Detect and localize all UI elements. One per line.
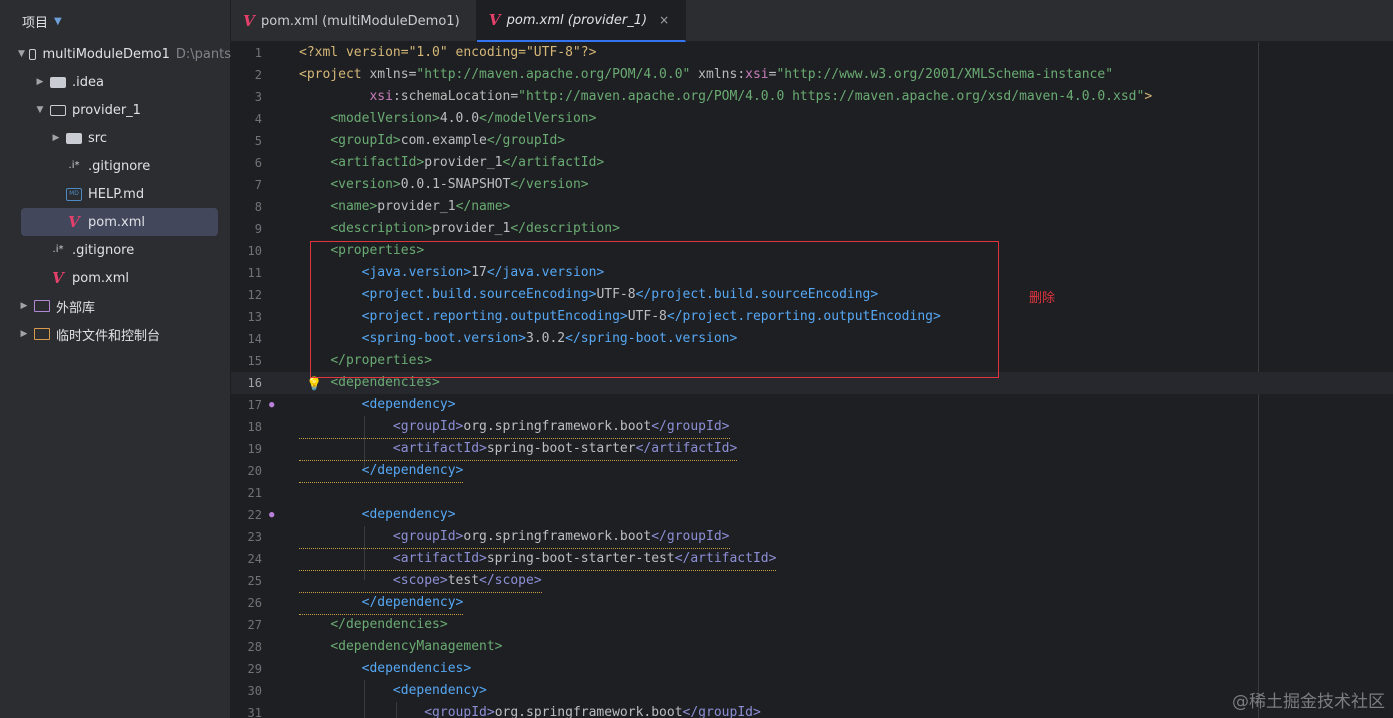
code-line: 26 </dependency> [231,592,1393,615]
tree-item-label: HELP.md [88,186,145,202]
chevron-right-icon[interactable]: ▶ [50,133,62,143]
code-line: 28 <dependencyManagement> [247,639,503,654]
dependency-gutter-icon[interactable]: ● [269,510,279,520]
code-line: 23 <groupId>org.springframework.boot</gr… [231,526,1393,549]
maven-file-icon: V [488,11,501,29]
folder-icon [66,133,82,144]
folder-icon [50,77,66,88]
project-view-selector[interactable]: 项目 ▼ [0,0,230,42]
code-line: 24 <artifactId>spring-boot-starter-test<… [231,548,1393,571]
chevron-right-icon[interactable]: ▶ [34,77,46,87]
maven-file-icon: V [52,269,64,287]
tree-item-label: .gitignore [88,158,151,174]
code-line: 18 <groupId>org.springframework.boot</gr… [231,416,1393,439]
code-line: 25 <scope>test</scope> [231,570,1393,593]
tree-item-help-md[interactable]: MD HELP.md [0,180,231,208]
code-line: 8 <name>provider_1</name> [254,199,511,214]
tree-item-scratches[interactable]: ▶ 临时文件和控制台 [0,320,231,348]
code-line: 20 </dependency> [231,460,1393,483]
delete-annotation: 删除 [1029,291,1056,306]
tree-item-src[interactable]: ▶ src [0,124,231,152]
chevron-right-icon[interactable]: ▶ [18,301,30,311]
code-line: 30 <dependency> [247,683,487,698]
xml-declaration: <?xml version="1.0" encoding="UTF-8"?> [299,45,597,60]
tree-item-external-libraries[interactable]: ▶ 外部库 [0,292,231,320]
tree-item-pom-xml-provider[interactable]: V pom.xml [21,208,218,236]
tree-item-gitignore-root[interactable]: .i* .gitignore [0,236,231,264]
dependency-gutter-icon[interactable]: ● [269,400,279,410]
tree-item-gitignore[interactable]: .i* .gitignore [0,152,231,180]
code-line: 6 <artifactId>provider_1</artifactId> [254,155,605,170]
chevron-down-icon: ▼ [54,15,62,27]
module-folder-icon [50,105,66,116]
code-line: 1 <?xml version="1.0" encoding="UTF-8"?> [254,45,597,60]
tree-item-provider-1[interactable]: ▼ provider_1 [0,96,231,124]
scratches-icon [34,328,50,340]
chevron-down-icon[interactable]: ▼ [18,49,25,59]
tree-item-idea[interactable]: ▶ .idea [0,68,231,96]
code-line: 22 ● <dependency> [247,507,456,522]
code-line: 2 <project xmlns="http://maven.apache.org… [254,67,1114,82]
tab-pom-multimoduledemo1[interactable]: V pom.xml (multiModuleDemo1) [231,0,477,42]
tree-item-label: multiModuleDemo1 [42,46,170,62]
tree-item-label: 外部库 [56,300,96,316]
code-line: 31 <groupId>org.springframework.boot</gr… [247,705,761,718]
delete-highlight-box [310,241,999,378]
code-line: 21 [247,486,262,500]
tree-item-multimoduledemo1[interactable]: ▼ multiModuleDemo1 D:\pants [0,40,231,68]
code-line: 7 <version>0.0.1-SNAPSHOT</version> [254,177,589,192]
code-line: 5 <groupId>com.example</groupId> [254,133,566,148]
tree-item-pom-xml-root[interactable]: V pom.xml [0,264,231,292]
editor-tabs: V pom.xml (multiModuleDemo1) V pom.xml (… [231,0,1393,42]
tree-item-label: .idea [72,74,104,90]
tree-item-path: D:\pants [175,46,231,62]
code-line: 19 <artifactId>spring-boot-starter</arti… [231,438,1393,461]
code-line: 17 ● <dependency> [247,397,456,412]
maven-file-icon: V [243,12,255,30]
library-icon [34,300,50,312]
maven-file-icon: V [68,213,80,231]
project-view-title: 项目 [22,15,49,31]
project-sidebar: 项目 ▼ ▼ multiModuleDemo1 D:\pants ▶ .idea… [0,0,231,718]
code-line: 29 <dependencies> [247,661,472,676]
watermark: @稀土掘金技术社区 [1232,692,1385,712]
tab-label: pom.xml (multiModuleDemo1) [261,13,460,29]
code-line: 27 </dependencies> [247,617,448,632]
module-folder-icon [28,49,37,60]
code-line: 3 xsi:schemaLocation="http://maven.apach… [254,89,1153,104]
tree-item-label: src [88,130,107,146]
tree-item-label: pom.xml [72,270,129,286]
chevron-down-icon[interactable]: ▼ [34,105,46,115]
tree-item-label: pom.xml [88,214,145,230]
markdown-file-icon: MD [66,187,82,201]
tree-item-label: provider_1 [72,102,141,118]
chevron-right-icon[interactable]: ▶ [18,329,30,339]
tab-pom-provider-1[interactable]: V pom.xml (provider_1) × [476,0,687,42]
code-line: 9 <description>provider_1</description> [254,221,620,236]
close-icon[interactable]: × [659,13,669,27]
gitignore-file-icon: .i* [68,160,80,171]
code-line: 4 <modelVersion>4.0.0</modelVersion> [254,111,597,126]
tree-item-label: 临时文件和控制台 [56,328,161,344]
tab-label: pom.xml (provider_1) [506,12,648,28]
code-editor[interactable]: 1 <?xml version="1.0" encoding="UTF-8"?> … [231,42,1393,718]
tree-item-label: .gitignore [72,242,135,258]
gitignore-file-icon: .i* [52,244,64,255]
